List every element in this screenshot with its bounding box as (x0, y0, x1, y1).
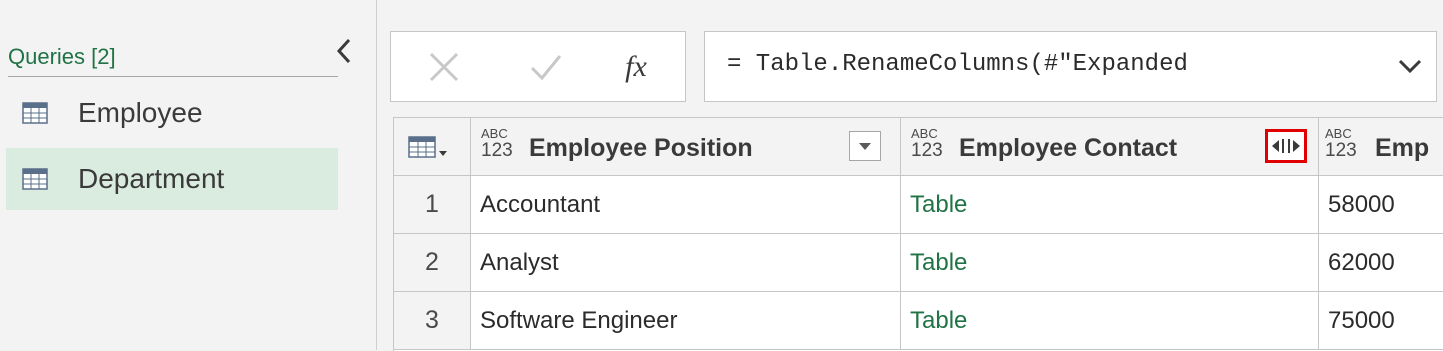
table-cell[interactable]: Analyst (471, 234, 901, 292)
data-grid: ABC 123 Employee Position ABC 123 Employ… (393, 117, 1443, 351)
table-link-cell[interactable]: Table (901, 292, 1319, 350)
table-options-button[interactable] (394, 118, 471, 176)
queries-divider (8, 76, 338, 77)
table-link-cell[interactable]: Table (901, 234, 1319, 292)
column-header-employee-contact[interactable]: ABC 123 Employee Contact (901, 118, 1319, 176)
queries-pane: Queries [2] Employee Department (0, 0, 377, 350)
expand-column-icon[interactable] (1265, 129, 1307, 163)
fx-function-icon[interactable]: fx (601, 32, 671, 101)
column-title: Employee Contact (959, 134, 1178, 162)
queries-title: Queries [2] (8, 44, 116, 69)
commit-check-icon[interactable] (511, 32, 581, 101)
type-any-icon: ABC 123 (1325, 126, 1357, 161)
query-item-employee[interactable]: Employee (6, 82, 338, 144)
cancel-x-icon[interactable] (409, 32, 479, 101)
row-number[interactable]: 2 (394, 234, 471, 292)
table-icon (22, 102, 48, 124)
row-number[interactable]: 1 (394, 176, 471, 234)
column-header-employee-salary[interactable]: ABC 123 Emp (1319, 118, 1443, 176)
type-any-icon: ABC 123 (481, 126, 513, 161)
filter-dropdown-icon[interactable] (849, 131, 881, 161)
chevron-down-icon[interactable] (1394, 50, 1426, 82)
table-cell[interactable]: Software Engineer (471, 292, 901, 350)
table-cell[interactable]: 58000 (1319, 176, 1443, 234)
table-link-cell[interactable]: Table (901, 176, 1319, 234)
query-item-department[interactable]: Department (6, 148, 338, 210)
query-item-label: Department (78, 163, 225, 194)
collapse-pane-chevron-icon[interactable] (332, 34, 356, 68)
table-menu-icon (408, 135, 452, 166)
table-cell[interactable]: 62000 (1319, 234, 1443, 292)
formula-text[interactable]: = Table.RenameColumns(#"Expanded (727, 51, 1188, 78)
type-any-icon: ABC 123 (911, 126, 943, 161)
formula-buttons: fx (390, 31, 686, 102)
query-item-label: Employee (78, 97, 203, 128)
table-cell[interactable]: Accountant (471, 176, 901, 234)
formula-input[interactable]: = Table.RenameColumns(#"Expanded (704, 31, 1437, 102)
column-header-employee-position[interactable]: ABC 123 Employee Position (471, 118, 901, 176)
column-title: Employee Position (529, 134, 753, 162)
row-number[interactable]: 3 (394, 292, 471, 350)
table-cell[interactable]: 75000 (1319, 292, 1443, 350)
table-icon (22, 168, 48, 190)
column-title: Emp (1375, 134, 1430, 162)
fx-label: fx (625, 49, 647, 83)
